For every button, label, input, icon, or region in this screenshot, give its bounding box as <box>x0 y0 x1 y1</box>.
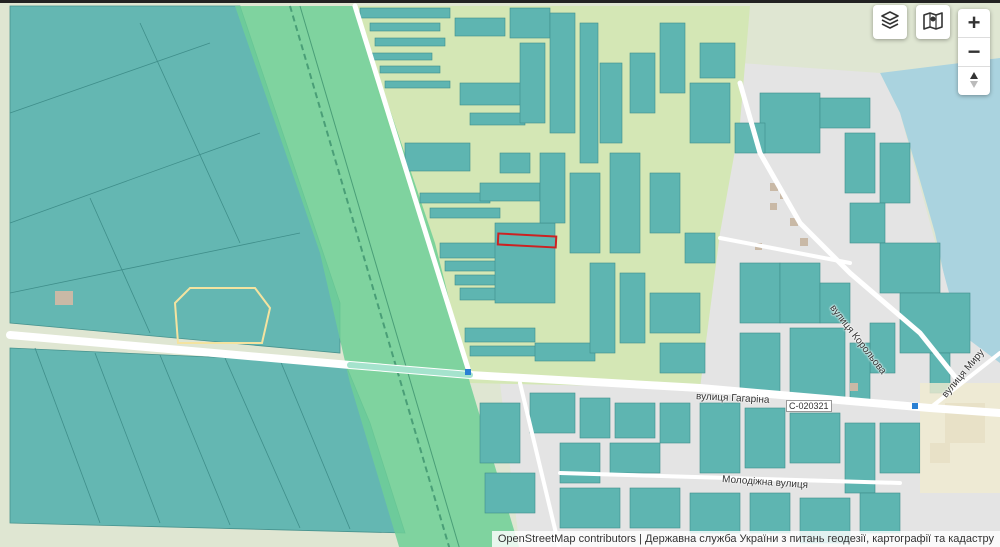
compass-button[interactable] <box>958 67 990 95</box>
attribution-cadastre: Державна служба України з питань геодезі… <box>645 533 994 545</box>
map-view[interactable]: вулиця Гагаріна С-020321 вулиця Корольов… <box>0 0 1000 547</box>
compass-icon <box>969 71 979 91</box>
map-button[interactable] <box>916 5 950 39</box>
layers-icon <box>880 10 900 35</box>
zoom-out-button[interactable]: − <box>958 38 990 67</box>
selected-parcel[interactable] <box>496 232 558 249</box>
attribution-separator: | <box>636 533 646 545</box>
zoom-control: + − <box>958 9 990 95</box>
layers-button[interactable] <box>873 5 907 39</box>
map-canvas[interactable] <box>0 3 1000 547</box>
zoom-in-button[interactable]: + <box>958 9 990 38</box>
map-icon <box>922 10 944 35</box>
attribution: OpenStreetMap contributors | Державна сл… <box>491 531 1000 547</box>
attribution-osm-link[interactable]: OpenStreetMap contributors <box>498 533 636 545</box>
